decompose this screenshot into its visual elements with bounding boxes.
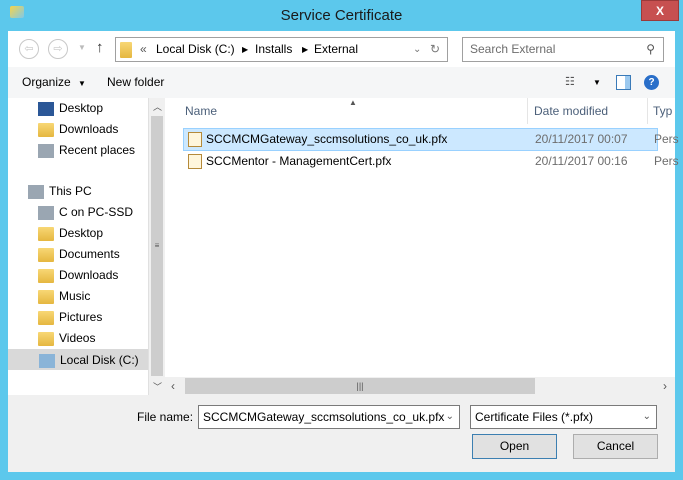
nav-scrollbar[interactable]: ︿ ≡ ﹀ — [148, 98, 165, 395]
organize-label: Organize — [22, 75, 71, 89]
nav-item[interactable]: Documents — [8, 244, 148, 265]
help-icon[interactable]: ? — [644, 75, 659, 90]
nav-item[interactable]: Recent places — [8, 140, 148, 161]
nav-item-label: Pictures — [59, 310, 103, 324]
column-name[interactable]: Name — [185, 98, 527, 124]
folder-icon — [38, 248, 54, 262]
nav-item-label: C on PC-SSD — [59, 205, 134, 219]
scroll-thumb[interactable]: ≡ — [151, 116, 163, 376]
nav-item[interactable]: Music — [8, 286, 148, 307]
open-button[interactable]: Open — [472, 434, 557, 459]
certificate-file-icon — [188, 154, 202, 169]
app-icon — [10, 6, 24, 18]
chevron-right-icon[interactable]: ▶ — [242, 38, 248, 61]
file-name-label: File name: — [137, 410, 194, 424]
nav-item-label: Music — [59, 289, 91, 303]
address-bar[interactable]: « Local Disk (C:) ▶ Installs ▶ External … — [115, 37, 448, 62]
file-type: Pers — [654, 132, 679, 146]
scroll-right-icon[interactable]: › — [663, 379, 667, 393]
chevron-down-icon[interactable]: ⌄ — [446, 406, 454, 428]
command-bar: Organize ▼ New folder ☷ ▼ ? — [8, 67, 675, 98]
scroll-down-icon[interactable]: ﹀ — [153, 380, 162, 393]
recent-locations-chevron-icon[interactable]: ▼ — [78, 43, 86, 52]
nav-item-label: Desktop — [59, 226, 104, 240]
scroll-left-icon[interactable]: ‹ — [171, 379, 175, 393]
folder-icon — [38, 227, 54, 241]
nav-item[interactable]: Local Disk (C:) — [8, 349, 148, 370]
file-row[interactable]: SCCMentor - ManagementCert.pfx 20/11/2017… — [183, 150, 679, 173]
nav-item-label: Local Disk (C:) — [60, 353, 139, 367]
drive-icon — [39, 354, 55, 368]
nav-item-label: Videos — [59, 331, 96, 345]
file-name: SCCMentor - ManagementCert.pfx — [206, 154, 392, 168]
nav-item-label: Downloads — [59, 122, 119, 136]
nav-item[interactable]: C on PC-SSD — [8, 202, 148, 223]
new-folder-button[interactable]: New folder — [107, 67, 164, 98]
nav-item[interactable]: Videos — [8, 328, 148, 349]
chevron-down-icon[interactable]: ⌄ — [643, 406, 651, 428]
recent-places-icon — [38, 144, 54, 158]
breadcrumb-installs[interactable]: Installs — [255, 38, 292, 61]
breadcrumb-external[interactable]: External — [314, 38, 358, 61]
file-name-value: SCCMCMGateway_sccmsolutions_co_uk.pfx — [203, 410, 445, 424]
downloads-folder-icon — [38, 123, 54, 137]
nav-item-label: Documents — [59, 247, 120, 261]
view-options-icon[interactable]: ☷ — [565, 67, 575, 98]
column-date-modified[interactable]: Date modified — [534, 98, 608, 124]
nav-item-label: This PC — [49, 184, 92, 198]
file-type-value: Certificate Files (*.pfx) — [475, 410, 594, 424]
breadcrumb-local-disk[interactable]: Local Disk (C:) — [156, 38, 235, 61]
desktop-icon — [38, 102, 54, 116]
back-button[interactable]: ⇦ — [19, 39, 39, 59]
column-divider[interactable] — [527, 98, 528, 124]
nav-item[interactable]: Desktop — [8, 223, 148, 244]
refresh-icon[interactable]: ↻ — [430, 38, 440, 61]
window-title: Service Certificate — [280, 7, 403, 24]
column-type[interactable]: Typ — [653, 98, 672, 124]
organize-button[interactable]: Organize ▼ — [22, 67, 86, 99]
folder-icon — [38, 332, 54, 346]
network-drive-icon — [38, 206, 54, 220]
column-divider[interactable] — [647, 98, 648, 124]
address-dropdown-icon[interactable]: ⌄ — [413, 38, 421, 61]
search-placeholder: Search External — [470, 42, 556, 56]
file-name: SCCMCMGateway_sccmsolutions_co_uk.pfx — [206, 132, 448, 146]
file-name-input[interactable]: SCCMCMGateway_sccmsolutions_co_uk.pfx ⌄ — [198, 405, 460, 429]
folder-icon — [38, 269, 54, 283]
nav-item[interactable]: Desktop — [8, 98, 148, 119]
computer-icon — [28, 185, 44, 199]
folder-icon — [38, 290, 54, 304]
view-dropdown-icon[interactable]: ▼ — [593, 67, 601, 98]
up-button[interactable]: ↑ — [96, 39, 104, 56]
forward-button[interactable]: ⇨ — [48, 39, 68, 59]
preview-pane-icon[interactable] — [616, 75, 631, 90]
nav-item-label: Recent places — [59, 143, 136, 157]
nav-item[interactable]: This PC — [8, 181, 148, 202]
file-type-select[interactable]: Certificate Files (*.pfx) ⌄ — [470, 405, 657, 429]
scroll-up-icon[interactable]: ︿ — [153, 100, 162, 113]
search-input[interactable]: Search External ⚲ — [462, 37, 664, 62]
navigation-pane: Desktop Downloads Recent places This PC C on… — [8, 98, 148, 395]
close-button[interactable]: X — [641, 0, 679, 21]
file-date: 20/11/2017 00:07 — [535, 132, 628, 146]
file-date: 20/11/2017 00:16 — [535, 154, 628, 168]
chevron-right-icon[interactable]: ▶ — [302, 38, 308, 61]
file-list: ▲ Name Date modified Typ SCCMCMGateway_s… — [165, 98, 679, 377]
nav-item[interactable]: Downloads — [8, 265, 148, 286]
search-icon[interactable]: ⚲ — [646, 38, 655, 61]
nav-item-label: Downloads — [59, 268, 119, 282]
chevron-down-icon: ▼ — [78, 79, 86, 88]
nav-item-label: Desktop — [59, 101, 104, 115]
scroll-thumb[interactable]: ||| — [185, 378, 535, 394]
file-row[interactable]: SCCMCMGateway_sccmsolutions_co_uk.pfx 20/… — [183, 128, 679, 151]
nav-item[interactable]: Downloads — [8, 119, 148, 140]
nav-item[interactable]: Pictures — [8, 307, 148, 328]
certificate-file-icon — [188, 132, 202, 147]
cancel-button[interactable]: Cancel — [573, 434, 658, 459]
horizontal-scrollbar[interactable]: ‹ ||| › — [165, 377, 675, 395]
file-type: Pers — [654, 154, 679, 168]
folder-icon — [38, 311, 54, 325]
breadcrumb-overflow[interactable]: « — [140, 38, 147, 61]
folder-icon — [120, 42, 132, 58]
